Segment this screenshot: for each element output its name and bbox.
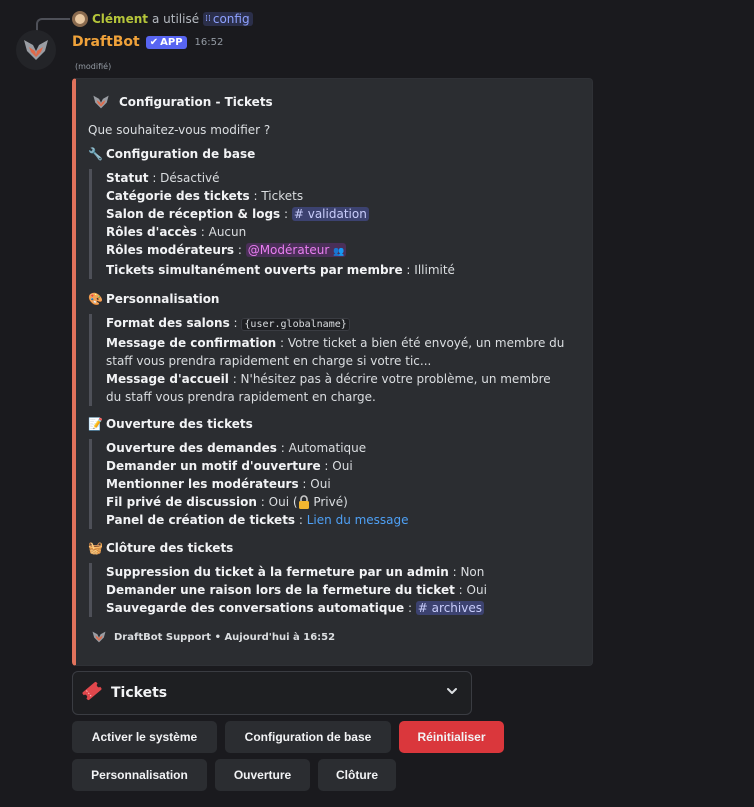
field-roles-moderateurs: Rôles modérateurs : @Modérateur 👥 (106, 243, 347, 257)
bot-avatar[interactable] (16, 30, 56, 70)
timestamp[interactable]: 16:52 (195, 37, 224, 48)
ticket-icon (81, 680, 103, 706)
field-categorie: Catégorie des tickets : Tickets (106, 189, 304, 203)
chevron-down-icon (445, 684, 459, 702)
channel-mention-validation[interactable]: # validation (291, 207, 369, 221)
field-tickets-simultanes: Tickets simultanément ouverts par membre… (106, 263, 455, 277)
edited-marker: (modifié) (75, 62, 112, 71)
lock-icon (298, 495, 310, 509)
embed-author-name: Configuration - Tickets (119, 95, 273, 109)
verified-check-icon: ✔ (149, 36, 159, 48)
field-format: Format des salons : {user.globalname} (106, 314, 569, 334)
embed: Configuration - Tickets Que souhaitez-vo… (72, 78, 593, 666)
draftbot-logo-icon (24, 40, 48, 60)
section-perso-block: Format des salons : {user.globalname} Me… (89, 314, 569, 406)
section-title-ouverture: 📝 Ouverture des tickets (88, 417, 253, 431)
section-base-block: Statut : Désactivé Catégorie des tickets… (89, 169, 569, 279)
reinitialiser-button[interactable]: Réinitialiser (399, 721, 504, 753)
hash-icon: # (293, 207, 308, 221)
command-icon: ⁞⁞ (205, 14, 211, 24)
basket-icon: 🧺 (88, 541, 103, 555)
field-raison: Demander une raison lors de la fermeture… (106, 583, 487, 597)
draftbot-logo-icon (92, 631, 106, 643)
field-motif: Demander un motif d'ouverture : Oui (106, 459, 353, 473)
field-sauvegarde: Sauvegarde des conversations automatique… (106, 601, 484, 615)
app-badge: ✔ APP (145, 35, 187, 49)
field-salon: Salon de réception & logs : # validation (106, 207, 369, 221)
field-fil-prive: Fil privé de discussion : Oui ( Privé) (106, 495, 348, 509)
format-code: {user.globalname} (241, 318, 350, 331)
section-title-cloture-label: Clôture des tickets (105, 541, 234, 555)
tickets-select-menu[interactable]: Tickets (72, 671, 472, 715)
configuration-base-button[interactable]: Configuration de base (225, 721, 391, 753)
section-title-cloture: 🧺 Clôture des tickets (88, 541, 233, 555)
field-suppression: Suppression du ticket à la fermeture par… (106, 565, 485, 579)
command-name: config (212, 12, 250, 26)
section-title-base: 🔧 Configuration de base (88, 147, 255, 161)
command-reply: Clément a utilisé ⁞⁞ config (72, 11, 253, 27)
app-badge-label: APP (160, 36, 183, 48)
field-statut: Statut : Désactivé (106, 171, 220, 185)
section-title-perso: 🎨 Personnalisation (88, 292, 219, 306)
message-header: DraftBot ✔ APP 16:52 (72, 34, 223, 50)
draftbot-logo-icon (93, 95, 109, 109)
field-ouverture-demandes: Ouverture des demandes : Automatique (106, 441, 367, 455)
embed-footer: DraftBot Support • Aujourd'hui à 16:52 (92, 631, 335, 643)
message-link[interactable]: Lien du message (307, 513, 409, 527)
reply-username[interactable]: Clément (92, 12, 148, 26)
embed-description: Que souhaitez-vous modifier ? (88, 123, 271, 137)
palette-icon: 🎨 (88, 292, 103, 306)
section-title-ouverture-label: Ouverture des tickets (105, 417, 253, 431)
field-mentionner: Mentionner les modérateurs : Oui (106, 477, 331, 491)
field-panel: Panel de création de tickets : Lien du m… (106, 513, 409, 527)
cloture-button[interactable]: Clôture (318, 759, 396, 791)
wrench-icon: 🔧 (88, 147, 103, 161)
people-icon: 👥 (333, 247, 345, 257)
slash-command[interactable]: ⁞⁞ config (203, 12, 253, 26)
embed-author: Configuration - Tickets (92, 95, 273, 109)
section-ouverture-block: Ouverture des demandes : Automatique Dem… (89, 439, 569, 529)
embed-footer-text: DraftBot Support • Aujourd'hui à 16:52 (114, 631, 336, 643)
section-title-base-label: Configuration de base (105, 147, 256, 161)
role-mention-moderateur[interactable]: @Modérateur 👥 (245, 243, 347, 257)
activer-systeme-button[interactable]: Activer le système (72, 721, 217, 753)
user-avatar[interactable] (72, 11, 88, 27)
reply-used-text: a utilisé (151, 12, 200, 26)
section-cloture-block: Suppression du ticket à la fermeture par… (89, 563, 569, 617)
field-roles-acces: Rôles d'accès : Aucun (106, 225, 247, 239)
select-label: Tickets (111, 685, 168, 701)
channel-mention-archives[interactable]: # archives (415, 601, 484, 615)
hash-icon: # (417, 601, 432, 615)
ouverture-button[interactable]: Ouverture (215, 759, 310, 791)
section-title-perso-label: Personnalisation (105, 292, 220, 306)
field-confirmation: Message de confirmation : Votre ticket a… (106, 336, 565, 368)
bot-name[interactable]: DraftBot (72, 34, 140, 50)
memo-icon: 📝 (88, 417, 103, 431)
field-accueil: Message d'accueil : N'hésitez pas à décr… (106, 372, 551, 404)
personnalisation-button[interactable]: Personnalisation (72, 759, 207, 791)
